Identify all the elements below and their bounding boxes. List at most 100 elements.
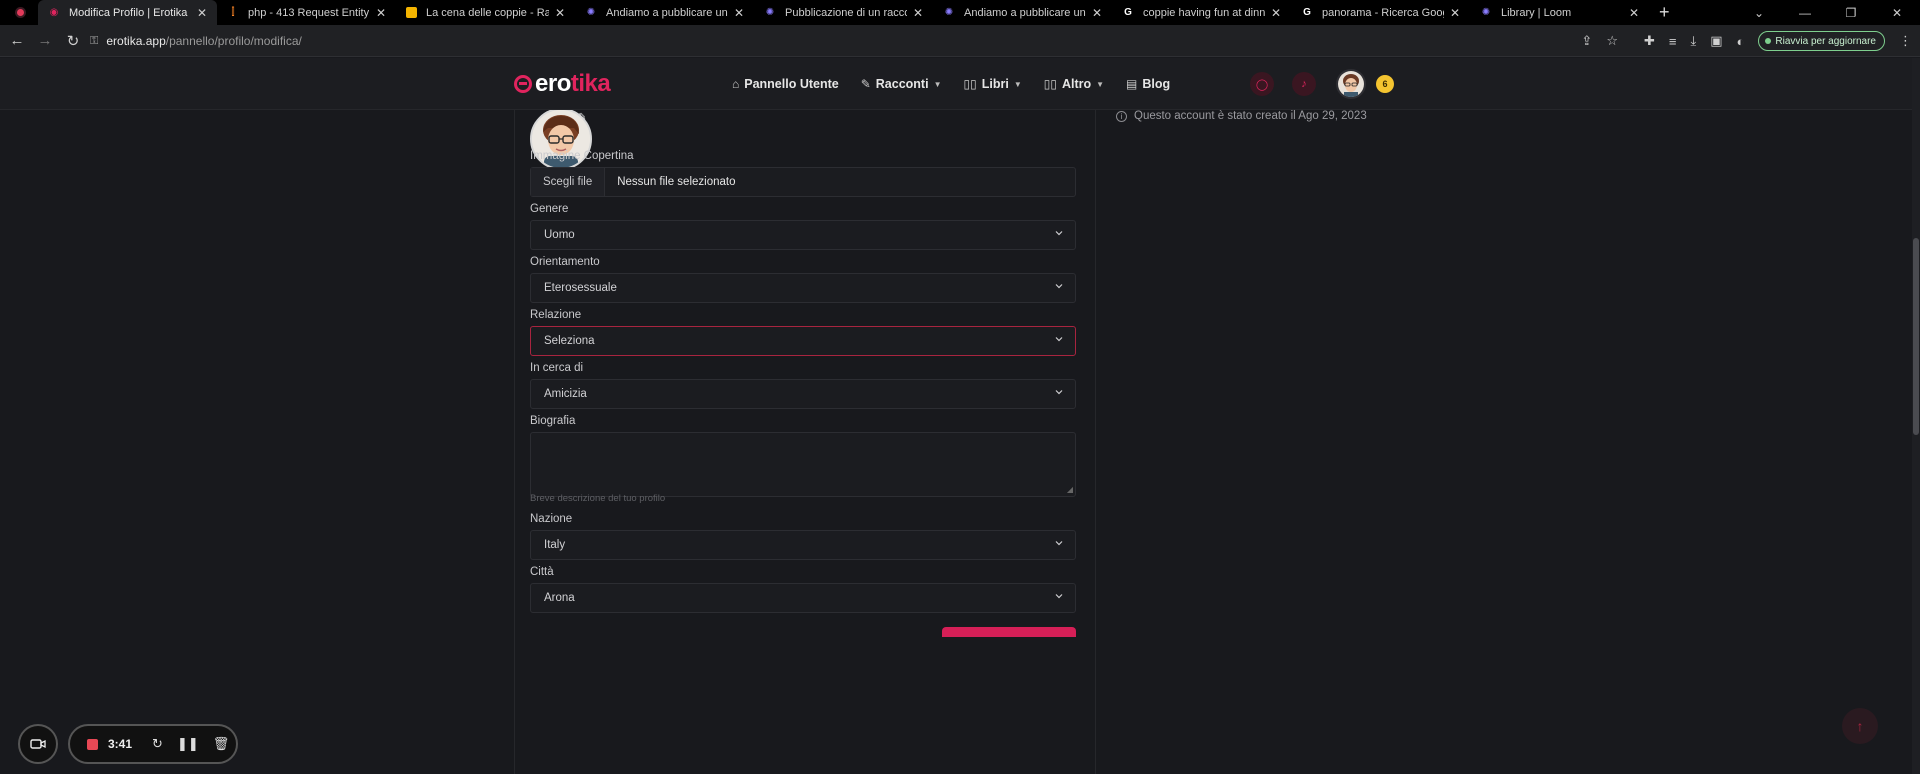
- close-tab-icon[interactable]: ✕: [1629, 6, 1639, 20]
- tab-title: php - 413 Request Entity Too Lar: [248, 6, 370, 19]
- user-avatar[interactable]: [1336, 69, 1366, 99]
- pencil-icon: ✎: [860, 77, 871, 91]
- scroll-to-top-button[interactable]: ↑: [1842, 708, 1878, 744]
- info-circle-icon: i: [1116, 110, 1127, 122]
- site-info-icon[interactable]: ⚿: [90, 35, 98, 48]
- account-created-text: Questo account è stato creato il Ago 29,…: [1134, 110, 1367, 122]
- tab-title: Andiamo a pubblicare un raccon: [606, 6, 728, 19]
- in-cerca-di-label: In cerca di: [530, 362, 584, 374]
- header-actions: ◯ ♪ 6: [1250, 58, 1394, 110]
- close-tab-icon[interactable]: ✕: [555, 6, 565, 20]
- reload-icon[interactable]: ↻: [62, 32, 84, 50]
- forward-icon[interactable]: →: [34, 32, 56, 49]
- logo-text-suffix: tika: [570, 70, 611, 97]
- biografia-textarea[interactable]: ◢: [530, 432, 1076, 497]
- restart-icon[interactable]: ↻: [152, 736, 163, 752]
- close-tab-icon[interactable]: ✕: [734, 6, 744, 20]
- chevron-down-icon: [1055, 594, 1063, 599]
- nav-item-altro[interactable]: ▯▯ Altro ▼: [1044, 77, 1104, 91]
- video-camera-icon: [30, 739, 46, 749]
- browser-toolbar-right: ⇪ ☆ ✚ ≡ ⤓ ▣ ◐ Riavvia per aggiornare ⋮: [1581, 25, 1920, 57]
- recording-timer: 3:41: [108, 737, 133, 751]
- bell-icon[interactable]: ♪: [1292, 72, 1316, 96]
- orientamento-value: Eterosessuale: [544, 282, 617, 294]
- url-input[interactable]: ⚿ erotika.app/pannello/profilo/modifica/: [84, 29, 1660, 53]
- new-tab-icon[interactable]: +: [1659, 2, 1670, 23]
- minimize-icon[interactable]: —: [1782, 6, 1828, 20]
- close-tab-icon[interactable]: ✕: [1092, 6, 1102, 20]
- chevron-down-icon: [1055, 231, 1063, 236]
- orientamento-select[interactable]: Eterosessuale: [530, 273, 1076, 303]
- resize-grip-icon[interactable]: ◢: [1067, 485, 1073, 494]
- tab-loom[interactable]: ✺ Library | Loom ✕: [1470, 0, 1649, 25]
- citta-label: Città: [530, 566, 554, 578]
- share-icon[interactable]: ⇪: [1581, 33, 1592, 49]
- close-tab-icon[interactable]: ✕: [376, 6, 386, 20]
- nav-item-racconti[interactable]: ✎ Racconti ▼: [861, 77, 942, 91]
- camera-toggle-button[interactable]: [18, 724, 58, 764]
- site-header: ero tika ⌂ Pannello Utente ✎ Racconti ▼ ▯…: [0, 58, 1912, 110]
- reading-list-icon[interactable]: ≡: [1669, 34, 1677, 49]
- close-tab-icon[interactable]: ✕: [1450, 6, 1460, 20]
- tab-racconti[interactable]: La cena delle coppie - Racconti e ✕: [396, 0, 575, 25]
- tab-stackoverflow[interactable]: ⫿ php - 413 Request Entity Too Lar ✕: [217, 0, 396, 25]
- trash-icon[interactable]: 🗑: [213, 736, 230, 752]
- panel-divider: [514, 110, 515, 774]
- profile-icon[interactable]: ◐: [1737, 34, 1745, 49]
- arrow-up-icon: ↑: [1856, 718, 1864, 734]
- update-dot-icon: [1765, 38, 1772, 44]
- tab-title: panorama - Ricerca Google: [1322, 6, 1444, 19]
- nav-item-libri[interactable]: ▯▯ Libri ▼: [964, 77, 1022, 91]
- nav-item-blog[interactable]: ▤ Blog: [1126, 77, 1170, 91]
- in-cerca-di-select[interactable]: Amicizia: [530, 379, 1076, 409]
- book-icon: ▯▯: [963, 77, 977, 91]
- close-window-icon[interactable]: ✕: [1874, 6, 1920, 20]
- openai-favicon-icon: ✺: [586, 7, 596, 18]
- tab-search-icon[interactable]: ⌄: [1736, 6, 1782, 20]
- tab-google-2[interactable]: G panorama - Ricerca Google ✕: [1291, 0, 1470, 25]
- extensions-icon[interactable]: ✚: [1644, 33, 1655, 49]
- recording-controls: 3:41 ↻ ❚❚ 🗑: [68, 724, 238, 764]
- citta-value: Arona: [544, 592, 575, 604]
- genere-select[interactable]: Uomo: [530, 220, 1076, 250]
- close-tab-icon[interactable]: ✕: [913, 6, 923, 20]
- stop-recording-button[interactable]: [87, 738, 98, 750]
- edit-avatar-pencil-icon[interactable]: ✎: [578, 112, 586, 123]
- choose-file-button[interactable]: Scegli file: [531, 168, 606, 196]
- notification-badge[interactable]: 6: [1376, 75, 1394, 93]
- relazione-select[interactable]: Seleziona: [530, 326, 1076, 356]
- tab-chat-1[interactable]: ✺ Andiamo a pubblicare un raccon ✕: [575, 0, 754, 25]
- nazione-select[interactable]: Italy: [530, 530, 1076, 560]
- download-icon[interactable]: ⤓: [1690, 33, 1696, 49]
- sidepanel-icon[interactable]: ▣: [1710, 33, 1722, 49]
- panel-divider: [1095, 110, 1096, 774]
- pause-icon[interactable]: ❚❚: [177, 736, 199, 752]
- browser-tab-strip: ◉ Modifica Profilo | Erotika ✕ ⫿ php - 4…: [0, 0, 1920, 25]
- page-scrollbar[interactable]: [1912, 58, 1920, 774]
- google-favicon-icon: G: [1303, 7, 1311, 18]
- stackoverflow-favicon-icon: ⫿: [231, 7, 235, 18]
- submit-button[interactable]: [942, 627, 1076, 637]
- file-status-text: Nessun file selezionato: [617, 176, 736, 188]
- close-tab-icon[interactable]: ✕: [1271, 6, 1281, 20]
- back-icon[interactable]: ←: [6, 32, 28, 49]
- close-tab-icon[interactable]: ✕: [197, 6, 207, 20]
- site-logo[interactable]: ero tika: [514, 70, 611, 98]
- tab-google-1[interactable]: G coppie having fun at dinner - Ric ✕: [1112, 0, 1291, 25]
- tab-chat-2[interactable]: ✺ Pubblicazione di un racconto su ✕: [754, 0, 933, 25]
- nav-label: Altro: [1061, 77, 1092, 91]
- chat-icon[interactable]: ◯: [1250, 72, 1274, 96]
- bookmark-star-icon[interactable]: ☆: [1606, 33, 1618, 49]
- tab-erotika[interactable]: ◉ Modifica Profilo | Erotika ✕: [38, 0, 217, 25]
- doc-favicon-icon: [406, 7, 417, 18]
- relazione-value: Seleziona: [544, 335, 595, 347]
- citta-select[interactable]: Arona: [530, 583, 1076, 613]
- recording-indicator-icon: [17, 9, 24, 16]
- scrollbar-thumb[interactable]: [1913, 238, 1919, 435]
- tab-chat-3[interactable]: ✺ Andiamo a pubblicare un raccon ✕: [933, 0, 1112, 25]
- nav-item-pannello-utente[interactable]: ⌂ Pannello Utente: [732, 77, 839, 91]
- restore-icon[interactable]: ❐: [1828, 6, 1874, 20]
- update-button[interactable]: Riavvia per aggiornare: [1758, 31, 1885, 51]
- menu-kebab-icon[interactable]: ⋮: [1899, 33, 1912, 49]
- cover-image-file-input[interactable]: Scegli file Nessun file selezionato: [530, 167, 1076, 197]
